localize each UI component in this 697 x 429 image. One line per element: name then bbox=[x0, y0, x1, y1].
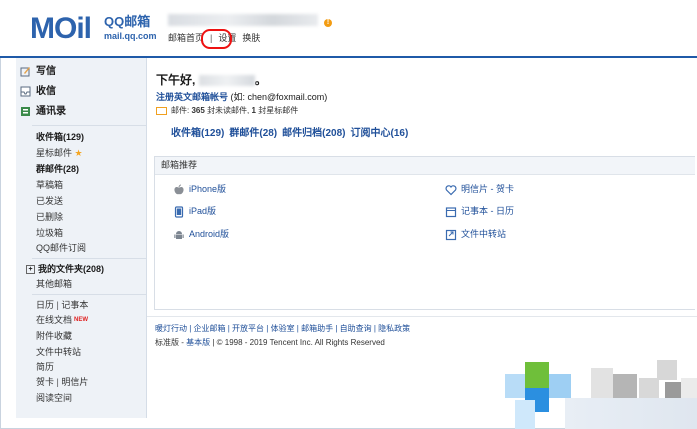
sidebar-item-calendar-notebook: 日历 | 记事本 bbox=[36, 299, 88, 311]
mail-label: 邮件: bbox=[171, 106, 190, 115]
calendar-icon bbox=[445, 207, 457, 217]
rec-notebook[interactable]: 记事本 - 日历 bbox=[445, 205, 514, 218]
recommendations-panel: 邮箱推荐 iPhone版 iPad版 Android版 明信片 - 贺卡 记事本… bbox=[154, 156, 695, 310]
recommendations-title: 邮箱推荐 bbox=[155, 157, 695, 175]
rec-iphone-label: iPhone版 bbox=[189, 184, 227, 194]
rec-android-label: Android版 bbox=[189, 229, 230, 239]
unread-label: 封未读邮件, bbox=[207, 106, 250, 115]
rec-postcard-label: 明信片 - 贺卡 bbox=[461, 184, 514, 194]
my-folders-label: 我的文件夹(208) bbox=[38, 264, 105, 274]
sidebar-divider bbox=[32, 294, 146, 295]
expand-plus-icon[interactable]: + bbox=[26, 265, 35, 275]
sidebar-item-inbox[interactable]: 收件箱(129) bbox=[36, 131, 84, 143]
recommendations-title-text: 邮箱推荐 bbox=[161, 160, 198, 170]
android-icon bbox=[174, 230, 184, 239]
separator: | bbox=[56, 300, 59, 310]
sidebar-item-attachments[interactable]: 附件收藏 bbox=[36, 330, 72, 342]
sidebar-item-deleted[interactable]: 已删除 bbox=[36, 211, 63, 223]
inbox-icon bbox=[20, 86, 31, 97]
star-label: 封星标邮件 bbox=[258, 106, 299, 115]
greeting-end: 。 bbox=[254, 73, 267, 87]
contacts-label: 通讯录 bbox=[36, 106, 66, 117]
user-account-blurred bbox=[168, 14, 318, 26]
sidebar-item-group[interactable]: 群邮件(28) bbox=[36, 163, 79, 175]
rec-file-transfer-label: 文件中转站 bbox=[461, 229, 507, 239]
sidebar-item-cards: 贺卡 | 明信片 bbox=[36, 376, 88, 388]
rec-file-transfer[interactable]: 文件中转站 bbox=[445, 228, 506, 241]
separator: | bbox=[56, 377, 59, 387]
sidebar-item-other-mailbox[interactable]: 其他邮箱 bbox=[36, 278, 72, 290]
pencil-icon bbox=[20, 67, 30, 77]
notebook-link[interactable]: 记事本 bbox=[61, 300, 88, 310]
greeting: 下午好, 。 bbox=[156, 71, 267, 88]
folder-link-archive[interactable]: 邮件归档(208) bbox=[282, 128, 345, 139]
warning-icon[interactable]: ! bbox=[324, 19, 332, 27]
rec-iphone[interactable]: iPhone版 bbox=[173, 183, 226, 196]
rec-notebook-label: 记事本 - 日历 bbox=[461, 206, 514, 216]
folder-links: 收件箱(129) 群邮件(28) 邮件归档(208) 订阅中心(16) bbox=[171, 124, 413, 139]
register-hint: (如: chen@foxmail.com) bbox=[230, 92, 328, 102]
receive-button[interactable]: 收信 bbox=[20, 85, 56, 99]
rec-ipad[interactable]: iPad版 bbox=[173, 205, 216, 218]
rec-postcard[interactable]: 明信片 - 贺卡 bbox=[445, 183, 514, 196]
qq-mail-logo-text: QQ邮箱 bbox=[104, 14, 151, 29]
sidebar: 写信 收信 通讯录 收件箱(129) 星标邮件 ★ 群邮件(28) 草稿箱 已发… bbox=[16, 58, 147, 418]
write-button[interactable]: 写信 bbox=[20, 65, 56, 79]
sidebar-item-file-transfer[interactable]: 文件中转站 bbox=[36, 346, 81, 358]
rec-android[interactable]: Android版 bbox=[173, 228, 229, 241]
apple-icon bbox=[174, 184, 184, 194]
greeting-text: 下午好, bbox=[156, 73, 196, 87]
file-transfer-icon bbox=[445, 229, 457, 240]
sidebar-item-trash[interactable]: 垃圾箱 bbox=[36, 227, 63, 239]
tablet-icon bbox=[174, 206, 184, 218]
star-icon: ★ bbox=[74, 148, 83, 158]
mail-summary: 邮件: 365 封未读邮件, 1 封星标邮件 bbox=[156, 105, 298, 116]
rec-ipad-label: iPad版 bbox=[189, 206, 217, 216]
sidebar-item-my-folders[interactable]: + 我的文件夹(208) bbox=[26, 263, 104, 275]
online-docs-label: 在线文档 bbox=[36, 315, 73, 325]
star-count[interactable]: 1 bbox=[252, 106, 256, 115]
header: MOil QQ邮箱 mail.qq.com ! 邮箱首页 | 设置 换肤 bbox=[0, 0, 697, 56]
register-account-link[interactable]: 注册英文邮箱帐号 bbox=[156, 92, 228, 102]
write-label: 写信 bbox=[36, 66, 56, 77]
pixelated-watermark bbox=[505, 348, 697, 429]
folder-link-group[interactable]: 群邮件(28) bbox=[229, 128, 277, 139]
footer-copy-text: | © 1998 - 2019 Tencent Inc. All Rights … bbox=[210, 338, 385, 347]
sidebar-item-drafts[interactable]: 草稿箱 bbox=[36, 179, 63, 191]
footer-links[interactable]: 暖灯行动 | 企业邮箱 | 开放平台 | 体验室 | 邮箱助手 | 自助查询 |… bbox=[155, 323, 410, 334]
folder-link-inbox[interactable]: 收件箱(129) bbox=[171, 128, 224, 139]
register-account: 注册英文邮箱帐号 (如: chen@foxmail.com) bbox=[156, 90, 327, 103]
envelope-icon bbox=[156, 106, 167, 115]
sidebar-item-online-docs[interactable]: 在线文档 NEW bbox=[36, 314, 88, 326]
calendar-link[interactable]: 日历 bbox=[36, 300, 54, 310]
contacts-button[interactable]: 通讯录 bbox=[21, 105, 66, 119]
unread-count[interactable]: 365 bbox=[191, 106, 204, 115]
new-badge: NEW bbox=[74, 317, 89, 323]
greeting-card-link[interactable]: 贺卡 bbox=[36, 377, 54, 387]
sidebar-item-sent[interactable]: 已发送 bbox=[36, 195, 63, 207]
mail-logo[interactable]: MOil bbox=[30, 14, 92, 44]
sidebar-item-subscriptions[interactable]: QQ邮件订阅 bbox=[36, 242, 86, 254]
footer-divider bbox=[147, 316, 697, 317]
heart-icon bbox=[445, 184, 457, 195]
folder-link-subscription[interactable]: 订阅中心(16) bbox=[351, 128, 409, 139]
receive-label: 收信 bbox=[36, 86, 56, 97]
sidebar-item-resume[interactable]: 简历 bbox=[36, 361, 54, 373]
settings-highlight-circle bbox=[201, 29, 232, 49]
nav-skin-link[interactable]: 换肤 bbox=[242, 33, 260, 43]
footer-standard: 标准版 - bbox=[155, 338, 187, 347]
sidebar-divider bbox=[32, 125, 146, 126]
footer-copyright: 标准版 - 基本版 | © 1998 - 2019 Tencent Inc. A… bbox=[155, 337, 385, 348]
contacts-book-icon bbox=[21, 107, 30, 116]
logo-url: mail.qq.com bbox=[104, 31, 157, 41]
postcard-link[interactable]: 明信片 bbox=[61, 377, 88, 387]
starred-label: 星标邮件 bbox=[36, 148, 73, 158]
username-blurred bbox=[198, 75, 255, 87]
sidebar-item-reading-space[interactable]: 阅读空间 bbox=[36, 392, 72, 404]
sidebar-divider bbox=[32, 258, 146, 259]
nav-home-link[interactable]: 邮箱首页 bbox=[168, 33, 204, 43]
sidebar-item-starred[interactable]: 星标邮件 ★ bbox=[36, 147, 83, 159]
footer-basic-link[interactable]: 基本版 bbox=[186, 338, 210, 347]
